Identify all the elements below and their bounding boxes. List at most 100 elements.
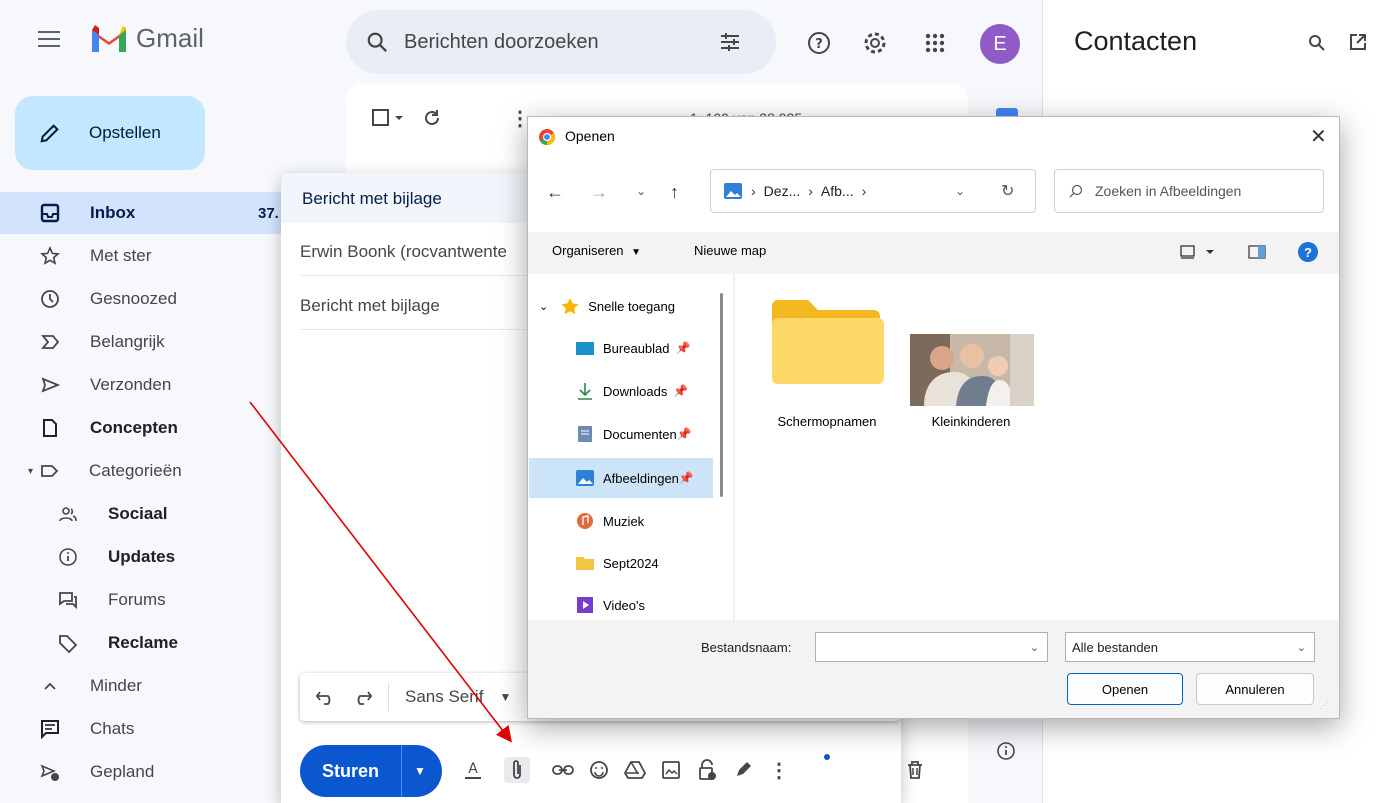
- nav-item-starred[interactable]: Met ster: [0, 235, 300, 277]
- nav-item-social[interactable]: Sociaal: [0, 493, 300, 535]
- svg-text:A: A: [468, 761, 478, 777]
- file-type-select[interactable]: Alle bestanden ⌄: [1065, 632, 1315, 662]
- confidential-lock-icon[interactable]: [694, 757, 720, 783]
- organize-label: Organiseren: [552, 243, 624, 258]
- discard-trash-icon[interactable]: [902, 757, 928, 783]
- view-mode-icon[interactable]: [1180, 244, 1216, 260]
- open-in-new-icon[interactable]: [1348, 32, 1368, 52]
- drive-icon[interactable]: [622, 757, 648, 783]
- search-filter-icon[interactable]: [718, 30, 742, 54]
- contacts-search-icon[interactable]: [1308, 34, 1326, 52]
- important-icon: [38, 330, 62, 354]
- cancel-button[interactable]: Annuleren: [1196, 673, 1314, 705]
- pictures-folder-icon: [576, 470, 594, 486]
- attach-file-icon[interactable]: [504, 757, 530, 783]
- help-icon[interactable]: ?: [1298, 242, 1318, 262]
- file-item-image[interactable]: Kleinkinderen: [910, 334, 1034, 429]
- nav-label: Gesnoozed: [90, 289, 177, 308]
- pin-icon[interactable]: 📌: [676, 341, 691, 355]
- pin-icon[interactable]: 📌: [679, 471, 694, 485]
- tree-item-documents[interactable]: Documenten 📌: [529, 414, 713, 454]
- send-button[interactable]: Sturen ▼: [300, 745, 442, 797]
- font-family-select[interactable]: Sans Serif: [405, 687, 483, 707]
- nav-item-forums[interactable]: Forums: [0, 579, 300, 621]
- breadcrumb-item[interactable]: Dez...: [764, 183, 801, 199]
- insert-link-icon[interactable]: [550, 757, 576, 783]
- nav-item-important[interactable]: Belangrijk: [0, 321, 300, 363]
- nav-item-inbox[interactable]: Inbox 37.: [0, 192, 300, 234]
- nav-item-snoozed[interactable]: Gesnoozed: [0, 278, 300, 320]
- nav-item-updates[interactable]: Updates: [0, 536, 300, 578]
- apps-grid-icon[interactable]: [922, 30, 948, 56]
- send-label: Sturen: [300, 745, 402, 797]
- nav-item-promotions[interactable]: Reclame: [0, 622, 300, 664]
- nav-item-less[interactable]: Minder: [0, 665, 300, 707]
- expand-chevron-icon[interactable]: ⌄: [539, 300, 548, 313]
- inbox-icon: [38, 201, 62, 225]
- new-folder-button[interactable]: Nieuwe map: [694, 243, 766, 258]
- file-type-dropdown-icon[interactable]: ⌄: [1297, 641, 1306, 654]
- nav-item-sent[interactable]: Verzonden: [0, 364, 300, 406]
- collapse-arrow-icon[interactable]: ▾: [28, 466, 33, 477]
- compose-button[interactable]: Opstellen: [15, 96, 205, 170]
- tree-item-sept2024[interactable]: Sept2024: [529, 543, 713, 583]
- recent-locations-chevron-icon[interactable]: ⌄: [636, 184, 646, 198]
- main-menu-icon[interactable]: [38, 30, 60, 48]
- pin-icon[interactable]: 📌: [677, 427, 692, 441]
- send-options-arrow-icon[interactable]: ▼: [402, 764, 426, 778]
- emoji-icon[interactable]: [586, 757, 612, 783]
- music-icon: [577, 513, 593, 529]
- dialog-search-placeholder: Zoeken in Afbeeldingen: [1095, 183, 1242, 199]
- insert-photo-icon[interactable]: [658, 757, 684, 783]
- tree-item-desktop[interactable]: Bureaublad 📌: [529, 328, 713, 368]
- redo-icon[interactable]: [352, 688, 372, 706]
- open-button[interactable]: Openen: [1067, 673, 1183, 705]
- pin-icon[interactable]: 📌: [673, 384, 688, 398]
- address-dropdown-icon[interactable]: ⌄: [955, 184, 965, 198]
- settings-gear-icon[interactable]: [862, 30, 888, 56]
- tree-item-videos[interactable]: Video's: [529, 585, 713, 625]
- up-arrow-icon[interactable]: ↑: [670, 182, 679, 203]
- tree-item-downloads[interactable]: Downloads 📌: [529, 371, 713, 411]
- more-compose-options-icon[interactable]: ⋮: [766, 757, 792, 783]
- star-icon: [38, 244, 62, 268]
- search-icon[interactable]: [366, 31, 388, 53]
- signature-pen-icon[interactable]: [730, 757, 756, 783]
- tree-item-music[interactable]: Muziek: [529, 501, 713, 541]
- breadcrumb-item[interactable]: Afb...: [821, 183, 854, 199]
- toolbar-divider: [388, 683, 389, 711]
- dialog-search-box[interactable]: Zoeken in Afbeeldingen: [1054, 169, 1324, 213]
- filename-input[interactable]: ⌄: [815, 632, 1048, 662]
- tree-item-quick-access[interactable]: ⌄ Snelle toegang: [529, 286, 713, 326]
- nav-item-categories[interactable]: ▾ Categorieën: [0, 450, 300, 492]
- tree-item-pictures[interactable]: Afbeeldingen 📌: [529, 458, 713, 498]
- side-info-icon[interactable]: [995, 740, 1017, 762]
- dialog-close-icon[interactable]: ✕: [1310, 124, 1327, 149]
- mail-search-bar[interactable]: Berichten doorzoeken: [346, 10, 776, 74]
- undo-icon[interactable]: [316, 688, 336, 706]
- back-arrow-icon[interactable]: ←: [546, 182, 564, 203]
- address-bar[interactable]: › Dez... › Afb... › ⌄ ↻: [710, 169, 1036, 213]
- draft-icon: [38, 416, 62, 440]
- nav-item-drafts[interactable]: Concepten: [0, 407, 300, 449]
- nav-item-scheduled[interactable]: Gepland: [0, 751, 300, 793]
- tree-scrollbar[interactable]: [720, 293, 723, 497]
- filename-dropdown-icon[interactable]: ⌄: [1030, 641, 1039, 654]
- nav-item-chats[interactable]: Chats: [0, 708, 300, 750]
- refresh-location-icon[interactable]: ↻: [1001, 181, 1014, 201]
- file-name: Schermopnamen: [777, 414, 877, 429]
- resize-grip-icon[interactable]: ⋰: [1320, 700, 1329, 711]
- gmail-logo[interactable]: Gmail: [90, 23, 204, 54]
- tree-item-label: Muziek: [603, 513, 645, 529]
- file-name: Kleinkinderen: [931, 414, 1011, 429]
- account-avatar[interactable]: E: [980, 24, 1020, 64]
- text-format-icon[interactable]: A: [460, 757, 486, 783]
- select-all-checkbox[interactable]: [372, 108, 406, 128]
- font-dropdown-arrow-icon[interactable]: ▼: [499, 690, 511, 704]
- preview-pane-icon[interactable]: [1248, 245, 1266, 259]
- file-item-folder[interactable]: Schermopnamen: [768, 296, 886, 429]
- organize-menu[interactable]: Organiseren ▼: [552, 243, 641, 258]
- refresh-icon[interactable]: [422, 108, 442, 128]
- forward-arrow-icon[interactable]: →: [590, 182, 608, 203]
- help-icon[interactable]: ?: [806, 30, 832, 56]
